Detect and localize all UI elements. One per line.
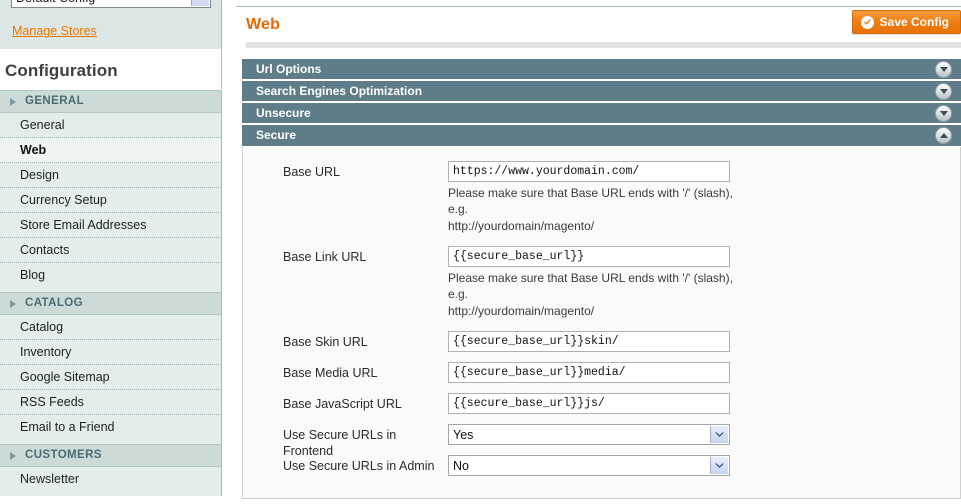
top-rule — [236, 0, 961, 7]
section-header-url-options[interactable]: Url Options — [242, 59, 961, 81]
triangle-glyph — [939, 89, 948, 94]
save-config-label: Save Config — [879, 15, 949, 29]
sidebar-item-currency-setup[interactable]: Currency Setup — [0, 188, 221, 213]
sidebar-item-web[interactable]: Web — [0, 138, 221, 163]
page-title: Web — [246, 16, 281, 33]
store-switcher-select[interactable]: Default Config — [11, 0, 211, 8]
sidebar-item-store-email-addresses[interactable]: Store Email Addresses — [0, 213, 221, 238]
config-sections: Url Options Search Engines Optimization Un… — [242, 59, 961, 499]
nav-group-label: CUSTOMERS — [25, 449, 102, 461]
nav-group-items: Catalog Inventory Google Sitemap RSS Feeds E… — [0, 315, 222, 444]
section-header-unsecure[interactable]: Unsecure — [242, 103, 961, 125]
section-header-search-engines-optimization[interactable]: Search Engines Optimization — [242, 81, 961, 103]
config-nav: GENERAL General Web Design Currency Setup Sto… — [0, 90, 222, 496]
triangle-right-icon — [10, 300, 16, 308]
page-header: Web Save Config — [236, 8, 961, 44]
chevron-down-icon[interactable] — [935, 105, 952, 122]
section-title: Url Options — [256, 62, 322, 76]
input-base-media-url[interactable]: {{secure_base_url}}media/ — [448, 362, 730, 383]
nav-group-general[interactable]: GENERAL — [0, 90, 222, 113]
field-control: No — [448, 455, 730, 476]
field-note-line-2: http://yourdomain/magento/ — [448, 219, 595, 233]
field-label-base-url: Base URL — [283, 165, 340, 179]
field-note-line-1: Please make sure that Base URL ends with… — [448, 271, 733, 301]
nav-group-label: GENERAL — [25, 95, 85, 107]
select-use-secure-urls-in-frontend[interactable]: Yes — [448, 424, 730, 445]
sidebar-item-general[interactable]: General — [0, 113, 221, 138]
section-title: Secure — [256, 128, 297, 142]
store-switcher-value: Default Config — [16, 0, 95, 5]
field-row: Base Link URL {{secure_base_url}} Please m… — [243, 246, 960, 319]
field-label-base-skin-url: Base Skin URL — [283, 335, 368, 349]
chevron-down-icon[interactable] — [935, 83, 952, 100]
select-use-secure-urls-in-admin[interactable]: No — [448, 455, 730, 476]
sidebar-item-rss-feeds[interactable]: RSS Feeds — [0, 390, 221, 415]
sidebar-item-contacts[interactable]: Contacts — [0, 238, 221, 263]
field-row: Use Secure URLs in Admin No — [243, 455, 960, 477]
triangle-right-icon — [10, 98, 16, 106]
store-switcher: Default Config Manage Stores — [0, 0, 222, 49]
chevron-down-icon — [191, 0, 209, 6]
field-row: Base Skin URL {{secure_base_url}}skin/ — [243, 331, 960, 353]
section-body-secure: Base URL https://www.yourdomain.com/Pleas… — [242, 147, 961, 499]
select-value: No — [453, 459, 469, 473]
admin-page: Default Config Manage Stores Configurati… — [0, 0, 961, 504]
chevron-up-icon[interactable] — [935, 127, 952, 144]
header-divider — [246, 42, 961, 48]
triangle-glyph — [939, 111, 948, 116]
triangle-glyph — [939, 67, 948, 72]
field-note-line-1: Please make sure that Base URL ends with… — [448, 186, 733, 216]
chevron-down-icon[interactable] — [935, 61, 952, 78]
page-section-title: Configuration — [0, 49, 222, 89]
sidebar-item-email-to-a-friend[interactable]: Email to a Friend — [0, 415, 221, 440]
field-row: Base JavaScript URL {{secure_base_url}}js… — [243, 393, 960, 415]
field-label-base-link-url: Base Link URL — [283, 250, 367, 264]
field-label-base-javascript-url: Base JavaScript URL — [283, 397, 402, 411]
field-row: Base URL https://www.yourdomain.com/Pleas… — [243, 161, 960, 234]
sidebar-item-inventory[interactable]: Inventory — [0, 340, 221, 365]
input-base-skin-url[interactable]: {{secure_base_url}}skin/ — [448, 331, 730, 352]
sidebar-item-design[interactable]: Design — [0, 163, 221, 188]
main-content: Web Save Config Url Options Search Engine… — [222, 0, 961, 504]
manage-stores-link[interactable]: Manage Stores — [12, 24, 97, 38]
nav-group-items: Newsletter — [0, 467, 222, 496]
field-row: Use Secure URLs in Frontend Yes — [243, 424, 960, 458]
field-control: {{secure_base_url}}skin/ — [448, 331, 730, 352]
select-value: Yes — [453, 428, 474, 442]
field-label-use-secure-urls-in-admin: Use Secure URLs in Admin — [283, 459, 435, 473]
field-control: {{secure_base_url}}media/ — [448, 362, 730, 383]
section-header-secure[interactable]: Secure — [242, 125, 961, 147]
section-title: Search Engines Optimization — [256, 84, 423, 98]
nav-group-catalog[interactable]: CATALOG — [0, 292, 222, 315]
sidebar-item-catalog[interactable]: Catalog — [0, 315, 221, 340]
chevron-down-icon — [710, 426, 728, 443]
chevron-down-icon — [710, 457, 728, 474]
field-label-base-media-url: Base Media URL — [283, 366, 378, 380]
field-note-line-2: http://yourdomain/magento/ — [448, 304, 595, 318]
nav-group-items: General Web Design Currency Setup Store Emai… — [0, 113, 222, 292]
field-control: https://www.yourdomain.com/Please make s… — [448, 161, 733, 234]
triangle-glyph — [939, 133, 948, 138]
field-control: Yes — [448, 424, 730, 445]
sidebar-item-newsletter[interactable]: Newsletter — [0, 467, 221, 492]
triangle-right-icon — [10, 452, 16, 460]
input-base-link-url[interactable]: {{secure_base_url}} — [448, 246, 730, 267]
section-title: Unsecure — [256, 106, 311, 120]
input-base-url[interactable]: https://www.yourdomain.com/ — [448, 161, 730, 182]
sidebar: Default Config Manage Stores Configurati… — [0, 0, 222, 504]
nav-group-customers[interactable]: CUSTOMERS — [0, 444, 222, 467]
input-base-javascript-url[interactable]: {{secure_base_url}}js/ — [448, 393, 730, 414]
sidebar-item-blog[interactable]: Blog — [0, 263, 221, 288]
nav-group-label: CATALOG — [25, 297, 83, 309]
field-row: Base Media URL {{secure_base_url}}media/ — [243, 362, 960, 384]
check-circle-icon — [860, 15, 874, 29]
save-config-button[interactable]: Save Config — [851, 10, 961, 34]
sidebar-item-google-sitemap[interactable]: Google Sitemap — [0, 365, 221, 390]
field-control: {{secure_base_url}}js/ — [448, 393, 730, 414]
field-control: {{secure_base_url}} Please make sure that… — [448, 246, 733, 319]
